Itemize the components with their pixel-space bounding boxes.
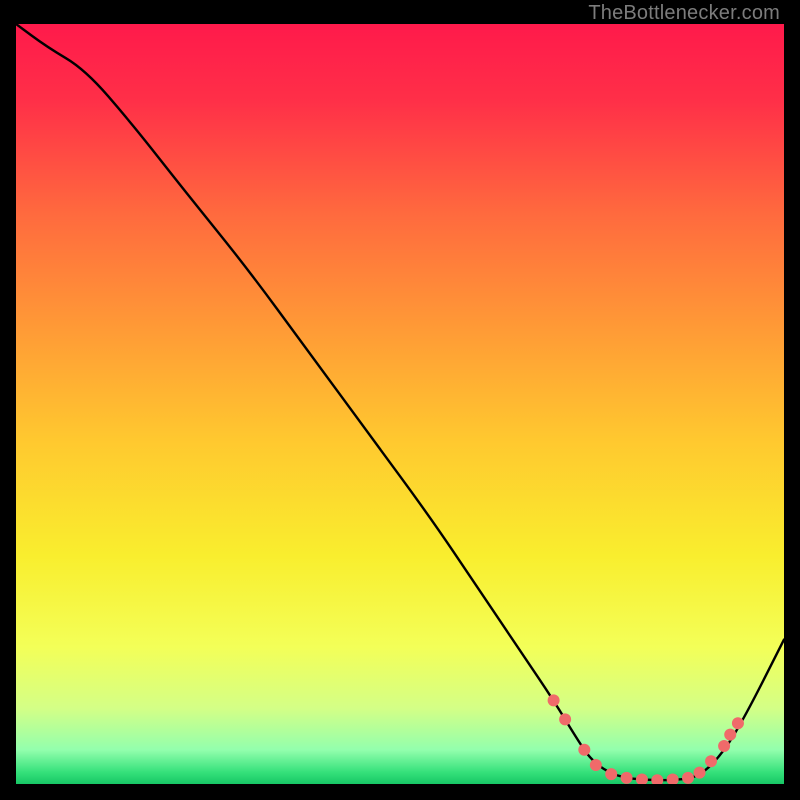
highlight-point	[578, 744, 590, 756]
watermark-text: TheBottlenecker.com	[588, 2, 780, 25]
highlight-point	[682, 772, 694, 784]
highlight-point	[548, 694, 560, 706]
highlight-point	[705, 755, 717, 767]
highlight-point	[621, 772, 633, 784]
highlight-point	[605, 768, 617, 780]
highlight-point	[732, 717, 744, 729]
highlight-point	[590, 759, 602, 771]
chart-frame	[16, 24, 784, 784]
highlight-point	[559, 713, 571, 725]
highlight-point	[724, 729, 736, 741]
gradient-background	[16, 24, 784, 784]
bottleneck-chart	[16, 24, 784, 784]
highlight-point	[694, 767, 706, 779]
highlight-point	[718, 740, 730, 752]
